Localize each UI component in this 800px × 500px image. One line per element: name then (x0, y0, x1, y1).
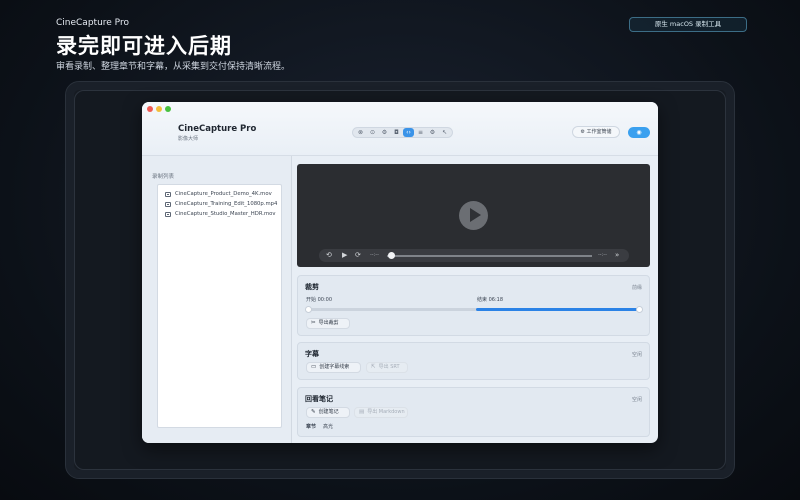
trim-start-label: 开始 00:00 (306, 297, 332, 303)
gear-icon[interactable]: ⚙ (427, 128, 438, 137)
minimize-window-button[interactable] (156, 106, 162, 112)
export-trim-label: 导出裁剪 (318, 320, 339, 326)
toolbar-group: ⊗ ⊙ ⚙ ◘ ‹› ≡ ⚙ ↖ (352, 127, 453, 138)
film-icon (165, 211, 171, 217)
subtitles-title: 字幕 (305, 350, 319, 358)
app-name: CineCapture Pro (56, 18, 129, 28)
player-controls: ⟲ ▶ ⟳ --:-- --:-- » (319, 249, 629, 262)
notes-title: 回看笔记 (305, 395, 333, 403)
zoom-window-button[interactable] (165, 106, 171, 112)
notes-panel: 回看笔记 空闲 ✎ 创建笔记 ▤ 导出 Markdown 章节 高光 (297, 387, 650, 437)
film-icon (165, 201, 171, 207)
skip-icon[interactable]: » (615, 251, 619, 260)
forward-icon[interactable]: ⟳ (355, 251, 361, 260)
sidebar-title: 录制列表 (152, 174, 175, 180)
eye-icon: ◉ (636, 129, 642, 136)
video-player[interactable]: ⟲ ▶ ⟳ --:-- --:-- » (297, 164, 650, 267)
code-icon[interactable]: ‹› (403, 128, 414, 137)
list-item[interactable]: CineCapture_Studio_Master_HDR.mov (158, 209, 281, 219)
duration: --:-- (598, 252, 607, 258)
trim-start-handle[interactable] (305, 306, 312, 313)
file-name: CineCapture_Product_Demo_4K.mov (175, 191, 272, 197)
sidebar: 录制列表 CineCapture_Product_Demo_4K.mov Cin… (142, 156, 292, 443)
workspace-button[interactable]: ⚙ 工作室筒储 (572, 126, 620, 138)
file-name: CineCapture_Studio_Master_HDR.mov (175, 211, 276, 217)
gear-icon[interactable]: ⚙ (379, 128, 390, 137)
col-chapter: 章节 (306, 424, 317, 430)
eye-button[interactable]: ◉ (628, 127, 650, 138)
trim-title: 裁剪 (305, 283, 319, 291)
export-markdown-label: 导出 Markdown (367, 409, 405, 415)
export-srt-label: 导出 SRT (378, 364, 400, 370)
lock-icon[interactable]: ◘ (391, 128, 402, 137)
cursor-icon[interactable]: ↖ (439, 128, 450, 137)
subtitles-status: 空闲 (631, 352, 642, 358)
caption-icon: ▭ (311, 364, 317, 370)
list-item[interactable]: CineCapture_Training_Edit_1080p.mp4 (158, 199, 281, 209)
rewind-icon[interactable]: ⟲ (326, 251, 332, 260)
recording-list: CineCapture_Product_Demo_4K.mov CineCapt… (157, 184, 282, 428)
notes-status: 空闲 (631, 397, 642, 403)
window-title: CineCapture Pro (178, 124, 257, 134)
trim-end-label: 结束 06:18 (477, 297, 503, 303)
pen-icon: ✎ (311, 409, 316, 415)
create-note-button[interactable]: ✎ 创建笔记 (306, 407, 350, 418)
create-note-label: 创建笔记 (318, 409, 339, 415)
create-subtitles-button[interactable]: ▭ 创建字幕线索 (306, 362, 361, 373)
trim-status: 前缘 (631, 285, 642, 291)
list-item[interactable]: CineCapture_Product_Demo_4K.mov (158, 189, 281, 199)
page-subline: 审看录制、整理章节和字幕，从采集到交付保持清晰流程。 (56, 62, 291, 72)
col-highlight: 高光 (323, 424, 334, 430)
scrub-track[interactable] (387, 255, 592, 257)
settings-icon[interactable]: ⊙ (367, 128, 378, 137)
close-icon[interactable]: ⊗ (355, 128, 366, 137)
workspace-button-label: 工作室筒储 (586, 129, 612, 135)
titlebar: CineCapture Pro 影像大师 ⊗ ⊙ ⚙ ◘ ‹› ≡ ⚙ ↖ ⚙ … (142, 102, 658, 156)
play-icon[interactable]: ▶ (342, 251, 347, 260)
scrub-handle[interactable] (388, 252, 395, 259)
close-window-button[interactable] (147, 106, 153, 112)
create-subtitles-label: 创建字幕线索 (319, 364, 350, 370)
export-trim-button[interactable]: ✂ 导出裁剪 (306, 318, 350, 329)
trim-panel: 裁剪 前缘 开始 00:00 结束 06:18 ✂ 导出裁剪 (297, 275, 650, 336)
export-srt-button[interactable]: ⇱ 导出 SRT (366, 362, 408, 373)
trim-end-track[interactable] (476, 308, 642, 311)
macos-badge: 原生 macOS 录制工具 (629, 17, 747, 32)
play-overlay-icon[interactable] (459, 201, 488, 230)
subtitles-panel: 字幕 空闲 ▭ 创建字幕线索 ⇱ 导出 SRT (297, 342, 650, 380)
export-icon: ⇱ (371, 364, 376, 370)
film-icon (165, 191, 171, 197)
list-icon[interactable]: ≡ (415, 128, 426, 137)
scissors-icon: ✂ (311, 320, 316, 326)
current-time: --:-- (370, 252, 379, 258)
trim-end-handle[interactable] (636, 306, 643, 313)
export-markdown-button[interactable]: ▤ 导出 Markdown (354, 407, 408, 418)
trim-start-track[interactable] (307, 308, 477, 311)
app-window: CineCapture Pro 影像大师 ⊗ ⊙ ⚙ ◘ ‹› ≡ ⚙ ↖ ⚙ … (142, 102, 658, 443)
document-icon: ▤ (359, 409, 365, 415)
file-name: CineCapture_Training_Edit_1080p.mp4 (175, 201, 278, 207)
page-headline: 录完即可进入后期 (56, 34, 232, 58)
window-subtitle: 影像大师 (178, 136, 199, 142)
